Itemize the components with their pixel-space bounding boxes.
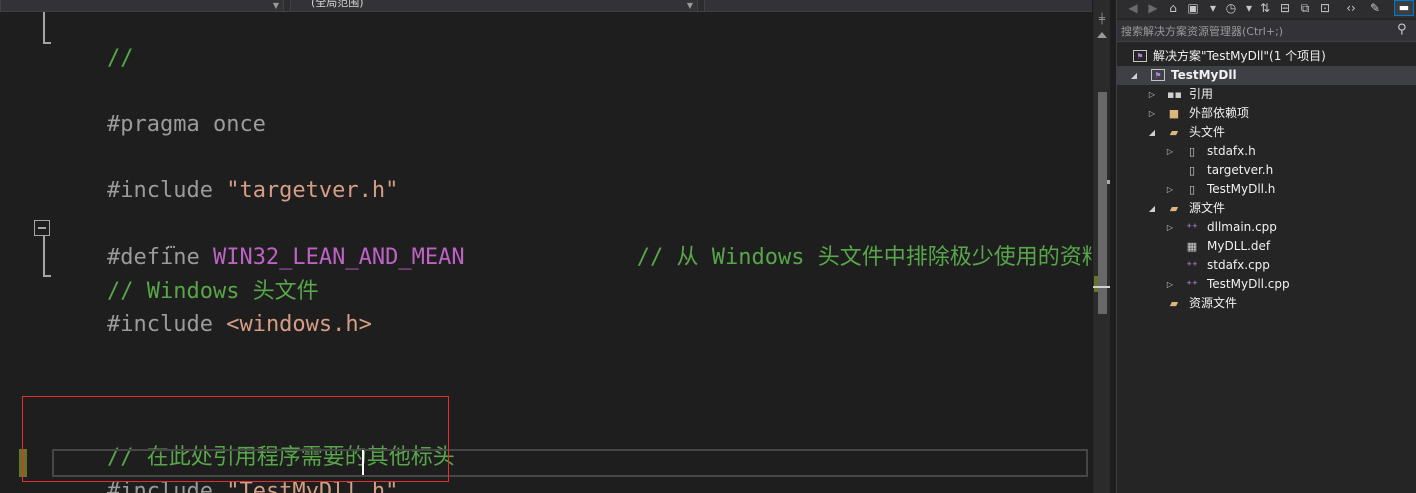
code-line[interactable]: #define WIN32_LEAN_AND_MEAN // 从 Windows… [54,213,1104,270]
collapsed-arrow-icon[interactable]: ▷ [1147,104,1157,123]
switch-views-icon[interactable]: ▣ [1185,0,1201,16]
chevron-down-icon: ▼ [686,1,693,10]
def-file-icon: ▦ [1186,240,1198,253]
tree-item-project[interactable]: ◢ ⚑ TestMyDll [1117,66,1416,85]
code-line[interactable]: #include <windows.h> [54,280,372,337]
code-line[interactable]: // Windows 头文件 [54,247,319,304]
tree-item-file[interactable]: ⁺⁺ stdafx.cpp [1117,256,1416,275]
collapse-toggle-icon[interactable] [34,220,50,236]
references-icon: ▪▪ [1167,88,1182,101]
home-icon[interactable]: ⌂ [1165,0,1181,16]
expanded-arrow-icon[interactable]: ◢ [1129,66,1139,85]
scrollbar-marker [1107,180,1110,184]
tree-item-file[interactable]: ▦ MyDLL.def [1117,237,1416,256]
collapsed-arrow-icon[interactable]: ▷ [1165,275,1175,294]
code-editor[interactable]: ▼ (全局范围) ▼ // #pragma once #include "tar… [0,0,1110,493]
header-file-icon: ▯ [1188,164,1196,177]
tree-item-file[interactable]: ▯ targetver.h [1117,161,1416,180]
collapsed-arrow-icon[interactable]: ▷ [1165,142,1175,161]
properties-icon[interactable]: ✎ [1367,0,1383,16]
scrollbar-change-marker [1094,276,1098,292]
dropdown-arrow-icon[interactable]: ▾ [1205,0,1221,16]
solution-icon: ⚑ [1133,50,1147,62]
vertical-scrollbar[interactable]: ╪ [1092,0,1110,493]
preview-icon[interactable]: ▬ [1394,0,1414,16]
show-all-files-icon[interactable]: ⊡ [1317,0,1333,16]
collapsed-arrow-icon[interactable]: ▷ [1165,180,1175,199]
code-line[interactable]: #include "targetver.h" [54,146,398,203]
chevron-down-icon: ▼ [272,1,279,10]
header-file-icon: ▯ [1188,183,1196,196]
editor-navigation-bar: ▼ (全局范围) ▼ [0,0,1110,12]
scrollbar-caret-marker [1093,286,1110,288]
cpp-file-icon: ⁺⁺ [1186,221,1198,234]
project-dropdown[interactable]: ▼ [0,0,284,11]
tree-item-external-deps[interactable]: ▷ ■ 外部依赖项 [1117,104,1416,123]
solution-explorer-panel: ◀ ▶ ⌂ ▣ ▾ ◷ ▾ ⇅ ⊟ ⧉ ⊡ ‹› ✎ ▬ ⚲ ⚑ 解决方案"Te… [1116,0,1416,493]
folder-icon: ▰ [1169,202,1179,215]
tree-item-file[interactable]: ▷ ⁺⁺ dllmain.cpp [1117,218,1416,237]
code-line[interactable]: #pragma once [54,80,266,137]
outline-line [43,236,45,277]
split-editor-icon[interactable]: ╪ [1097,14,1107,26]
outline-end [43,42,51,44]
search-icon[interactable]: ⚲ [1397,23,1411,37]
tree-item-source-files[interactable]: ◢ ▰ 源文件 [1117,199,1416,218]
back-icon[interactable]: ◀ [1125,0,1141,16]
folder-icon: ▰ [1169,126,1179,139]
highlight-annotation-box [22,396,449,482]
expanded-arrow-icon[interactable]: ◢ [1147,199,1157,218]
member-dropdown[interactable] [704,0,1108,11]
outline-line [43,12,45,44]
scroll-up-arrow-icon[interactable] [1097,32,1107,38]
tree-item-file[interactable]: ▷ ▯ TestMyDll.h [1117,180,1416,199]
project-icon: ⚑ [1151,69,1165,81]
cpp-file-icon: ⁺⁺ [1186,259,1198,272]
copy-icon[interactable]: ⧉ [1297,0,1313,16]
folder-icon: ▰ [1169,297,1179,310]
tree-item-references[interactable]: ▷ ▪▪ 引用 [1117,85,1416,104]
tree-item-header-files[interactable]: ◢ ▰ 头文件 [1117,123,1416,142]
search-input[interactable] [1121,22,1391,40]
collapsed-arrow-icon[interactable]: ▷ [1165,218,1175,237]
external-deps-icon: ■ [1168,107,1180,120]
tree-item-file[interactable]: ▷ ⁺⁺ TestMyDll.cpp [1117,275,1416,294]
forward-icon[interactable]: ▶ [1145,0,1161,16]
cpp-file-icon: ⁺⁺ [1186,278,1198,291]
sync-icon[interactable]: ⇅ [1257,0,1273,16]
header-file-icon: ▯ [1188,145,1196,158]
tree-item-resource-files[interactable]: ▰ 资源文件 [1117,294,1416,313]
tree-item-file[interactable]: ▷ ▯ stdafx.h [1117,142,1416,161]
scope-label: (全局范围) [311,0,364,9]
history-icon[interactable]: ◷ [1223,0,1239,16]
code-line[interactable]: // [54,14,134,71]
tree-item-solution[interactable]: ⚑ 解决方案"TestMyDll"(1 个项目) [1117,47,1416,66]
dropdown-arrow-icon[interactable]: ▾ [1241,0,1257,16]
scope-dropdown[interactable]: (全局范围) ▼ [290,0,698,11]
solution-explorer-toolbar: ◀ ▶ ⌂ ▣ ▾ ◷ ▾ ⇅ ⊟ ⧉ ⊡ ‹› ✎ ▬ [1117,0,1416,18]
expanded-arrow-icon[interactable]: ◢ [1147,123,1157,142]
collapse-all-icon[interactable]: ⊟ [1277,0,1293,16]
collapsed-arrow-icon[interactable]: ▷ [1147,85,1157,104]
solution-search-box[interactable]: ⚲ [1117,20,1416,42]
scrollbar-thumb[interactable] [1098,92,1107,314]
code-icon[interactable]: ‹› [1343,0,1359,16]
outline-end [43,275,51,277]
